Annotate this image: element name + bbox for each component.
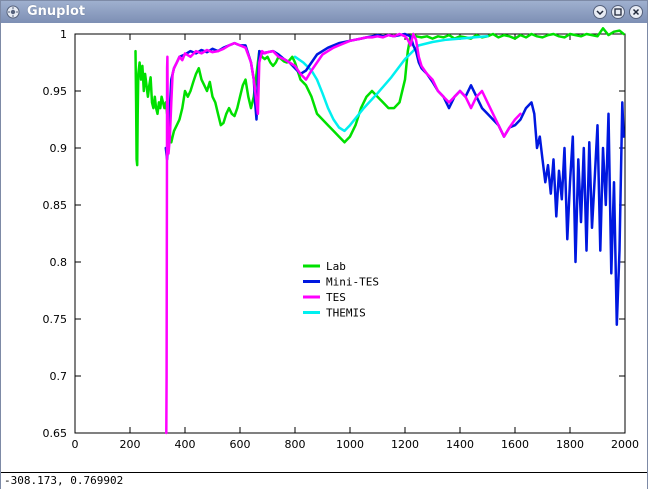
legend-label: Lab xyxy=(326,260,346,273)
legend-label: Mini-TES xyxy=(326,276,379,289)
status-bar: -308.173, 0.769902 xyxy=(1,472,647,490)
x-tick-label: 1600 xyxy=(501,438,529,451)
y-tick-label: 0.9 xyxy=(50,142,68,155)
chart-svg[interactable]: 0 200 400 600 800 1000 1200 1400 1600 1800 2000 0.6… xyxy=(1,23,647,472)
maximize-button[interactable] xyxy=(611,5,625,19)
maximize-icon xyxy=(614,8,622,16)
window-title: Gnuplot xyxy=(27,4,86,19)
title-bar[interactable]: Gnuplot xyxy=(1,1,647,23)
x-tick-label: 2000 xyxy=(611,438,639,451)
x-tick-label: 0 xyxy=(72,438,79,451)
x-tick-label: 1200 xyxy=(391,438,419,451)
gnuplot-window: Gnuplot 0 200 400 600 800 1000 1200 1400 1600 180… xyxy=(0,0,648,490)
mouse-coordinates: -308.173, 0.769902 xyxy=(4,474,124,487)
y-tick-label: 0.85 xyxy=(43,199,68,212)
legend-label: THEMIS xyxy=(326,307,366,320)
minimize-button[interactable] xyxy=(593,5,607,19)
x-tick-label: 200 xyxy=(120,438,141,451)
y-tick-label: 0.75 xyxy=(43,313,68,326)
gnuplot-icon[interactable] xyxy=(6,5,20,19)
chevron-down-icon xyxy=(596,10,604,16)
y-tick-label: 0.7 xyxy=(50,370,68,383)
x-tick-label: 1400 xyxy=(446,438,474,451)
series-line-lab xyxy=(134,27,625,167)
x-tick-label: 600 xyxy=(230,438,251,451)
x-tick-label: 1000 xyxy=(336,438,364,451)
x-tick-label: 400 xyxy=(175,438,196,451)
series-line-mini-tes xyxy=(164,32,625,326)
y-tick-label: 0.95 xyxy=(43,85,68,98)
close-button[interactable] xyxy=(629,5,643,19)
y-tick-label: 0.65 xyxy=(43,427,68,440)
y-tick-label: 0.8 xyxy=(50,256,68,269)
x-tick-label: 1800 xyxy=(556,438,584,451)
close-icon xyxy=(632,8,640,16)
plot-frame xyxy=(74,33,626,434)
legend-label: TES xyxy=(326,291,346,304)
x-tick-label: 800 xyxy=(285,438,306,451)
y-tick-label: 1 xyxy=(60,28,67,41)
plot-area[interactable]: 0 200 400 600 800 1000 1200 1400 1600 1800 2000 0.6… xyxy=(1,23,647,472)
